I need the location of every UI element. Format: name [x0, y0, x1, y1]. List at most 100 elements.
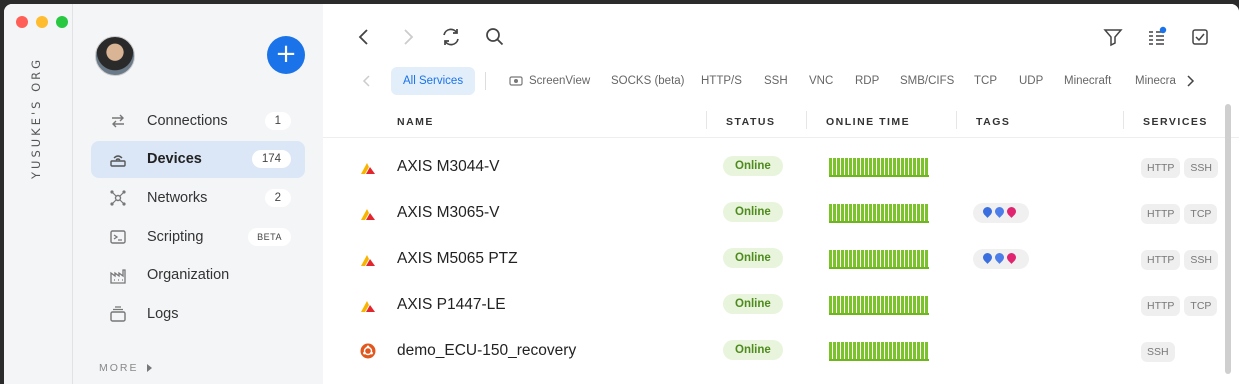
tag-icon — [993, 205, 1006, 218]
arrows-swap-icon — [112, 114, 124, 128]
org-name[interactable]: YUSUKE'S ORG — [29, 57, 43, 179]
router-icon — [110, 154, 126, 167]
maximize-window-button[interactable] — [56, 16, 68, 28]
add-button[interactable]: + — [267, 36, 305, 74]
services-list: HTTP TCP — [1141, 204, 1218, 224]
sidebar-item-label: Organization — [147, 267, 230, 284]
sidebar-item-devices[interactable]: Devices 174 — [91, 140, 305, 178]
service-chip[interactable]: HTTP — [1141, 296, 1181, 316]
sidebar-item-label: Logs — [147, 305, 179, 322]
services-list: SSH — [1141, 342, 1175, 362]
tab-https[interactable]: HTTP/S — [701, 67, 742, 95]
beta-badge: BETA — [248, 227, 291, 246]
service-chip[interactable]: SSH — [1184, 158, 1219, 178]
table-row[interactable]: AXIS M3044-V Online HTTP SSH — [323, 145, 1223, 191]
service-chip[interactable]: HTTP — [1141, 250, 1181, 270]
column-services[interactable]: SERVICES — [1143, 116, 1208, 128]
tabs-left-chevron-icon[interactable] — [361, 75, 373, 87]
table-row[interactable]: AXIS M3065-V Online HTTP TCP — [323, 191, 1223, 237]
network-icon — [110, 190, 126, 206]
terminal-icon — [110, 230, 126, 244]
minimize-window-button[interactable] — [36, 16, 48, 28]
tabs-right-chevron-icon[interactable] — [1184, 75, 1196, 87]
column-status[interactable]: STATUS — [726, 116, 775, 128]
tab-rdp[interactable]: RDP — [855, 67, 879, 95]
main-panel: All Services ScreenView SOCKS (beta) HTT… — [323, 4, 1239, 384]
more-toggle[interactable]: MORE — [99, 362, 139, 374]
sidebar-nav: Connections 1 Devices 174 Networks 2 Scr… — [91, 102, 305, 334]
service-tabs: All Services ScreenView SOCKS (beta) HTT… — [357, 67, 1197, 95]
forward-icon[interactable] — [397, 26, 419, 48]
status-badge: Online — [723, 202, 783, 222]
sidebar-item-scripting[interactable]: Scripting BETA — [91, 218, 305, 255]
tab-udp[interactable]: UDP — [1019, 67, 1043, 95]
select-icon[interactable] — [1189, 26, 1211, 48]
status-badge: Online — [723, 340, 783, 360]
scrollbar[interactable] — [1225, 104, 1231, 374]
sidebar-item-organization[interactable]: Organization — [91, 257, 305, 294]
axis-logo-icon — [361, 255, 375, 266]
status-badge: Online — [723, 294, 783, 314]
online-time-bar — [829, 250, 929, 269]
online-time-bar — [829, 296, 929, 315]
tags-chip[interactable] — [973, 203, 1029, 223]
tag-icon — [981, 205, 994, 218]
services-list: HTTP TCP — [1141, 296, 1218, 316]
tab-divider — [485, 72, 486, 90]
tag-icon — [1005, 205, 1018, 218]
sidebar-item-logs[interactable]: Logs — [91, 295, 305, 332]
tab-minecraft-2[interactable]: Minecra — [1135, 67, 1176, 95]
axis-logo-icon — [361, 301, 375, 312]
status-badge: Online — [723, 156, 783, 176]
tab-smb[interactable]: SMB/CIFS — [900, 67, 954, 95]
device-name: AXIS M3044-V — [397, 158, 500, 175]
service-chip[interactable]: HTTP — [1141, 204, 1181, 224]
online-time-bar — [829, 204, 929, 223]
service-chip[interactable]: TCP — [1184, 204, 1218, 224]
online-time-bar — [829, 342, 929, 361]
column-online-time[interactable]: ONLINE TIME — [826, 116, 910, 128]
table-row[interactable]: AXIS M5065 PTZ Online HTTP SSH — [323, 237, 1223, 283]
close-window-button[interactable] — [16, 16, 28, 28]
columns-icon[interactable] — [1146, 26, 1168, 48]
logs-icon — [110, 306, 126, 323]
tab-tcp[interactable]: TCP — [974, 67, 997, 95]
column-divider — [806, 111, 807, 129]
sidebar-item-networks[interactable]: Networks 2 — [91, 179, 305, 216]
caret-right-icon[interactable] — [147, 364, 152, 372]
services-list: HTTP SSH — [1141, 158, 1219, 178]
tab-minecraft[interactable]: Minecraft — [1064, 67, 1111, 95]
device-name: AXIS M5065 PTZ — [397, 250, 518, 267]
service-chip[interactable]: SSH — [1184, 250, 1219, 270]
search-icon[interactable] — [484, 26, 506, 48]
axis-logo-icon — [361, 163, 375, 174]
service-chip[interactable]: HTTP — [1141, 158, 1181, 178]
service-chip[interactable]: TCP — [1184, 296, 1218, 316]
sidebar-item-connections[interactable]: Connections 1 — [91, 102, 305, 139]
sidebar-item-label: Devices — [147, 151, 202, 168]
column-tags[interactable]: TAGS — [976, 116, 1010, 128]
count-badge: 1 — [264, 111, 291, 130]
column-divider — [956, 111, 957, 129]
org-bar: YUSUKE'S ORG — [4, 4, 73, 384]
sidebar: + Connections 1 Devices 174 Networks 2 S… — [73, 4, 323, 384]
axis-logo-icon — [361, 209, 375, 220]
column-name[interactable]: NAME — [397, 116, 434, 128]
tags-chip[interactable] — [973, 249, 1029, 269]
tab-all-services[interactable]: All Services — [391, 67, 476, 95]
filter-icon[interactable] — [1102, 26, 1124, 48]
service-chip[interactable]: SSH — [1141, 342, 1175, 362]
tab-ssh[interactable]: SSH — [764, 67, 788, 95]
sidebar-item-label: Networks — [147, 189, 208, 206]
avatar[interactable] — [95, 36, 135, 76]
services-list: HTTP SSH — [1141, 250, 1219, 270]
tab-socks[interactable]: SOCKS (beta) — [611, 67, 685, 95]
table-row[interactable]: AXIS P1447-LE Online HTTP TCP — [323, 283, 1223, 329]
table-row[interactable]: demo_ECU-150_recovery Online SSH — [323, 329, 1223, 375]
refresh-icon[interactable] — [440, 26, 462, 48]
status-badge: Online — [723, 248, 783, 268]
tab-screenview[interactable]: ScreenView — [529, 67, 590, 95]
device-name: demo_ECU-150_recovery — [397, 342, 577, 359]
back-icon[interactable] — [353, 26, 375, 48]
tab-vnc[interactable]: VNC — [809, 67, 833, 95]
